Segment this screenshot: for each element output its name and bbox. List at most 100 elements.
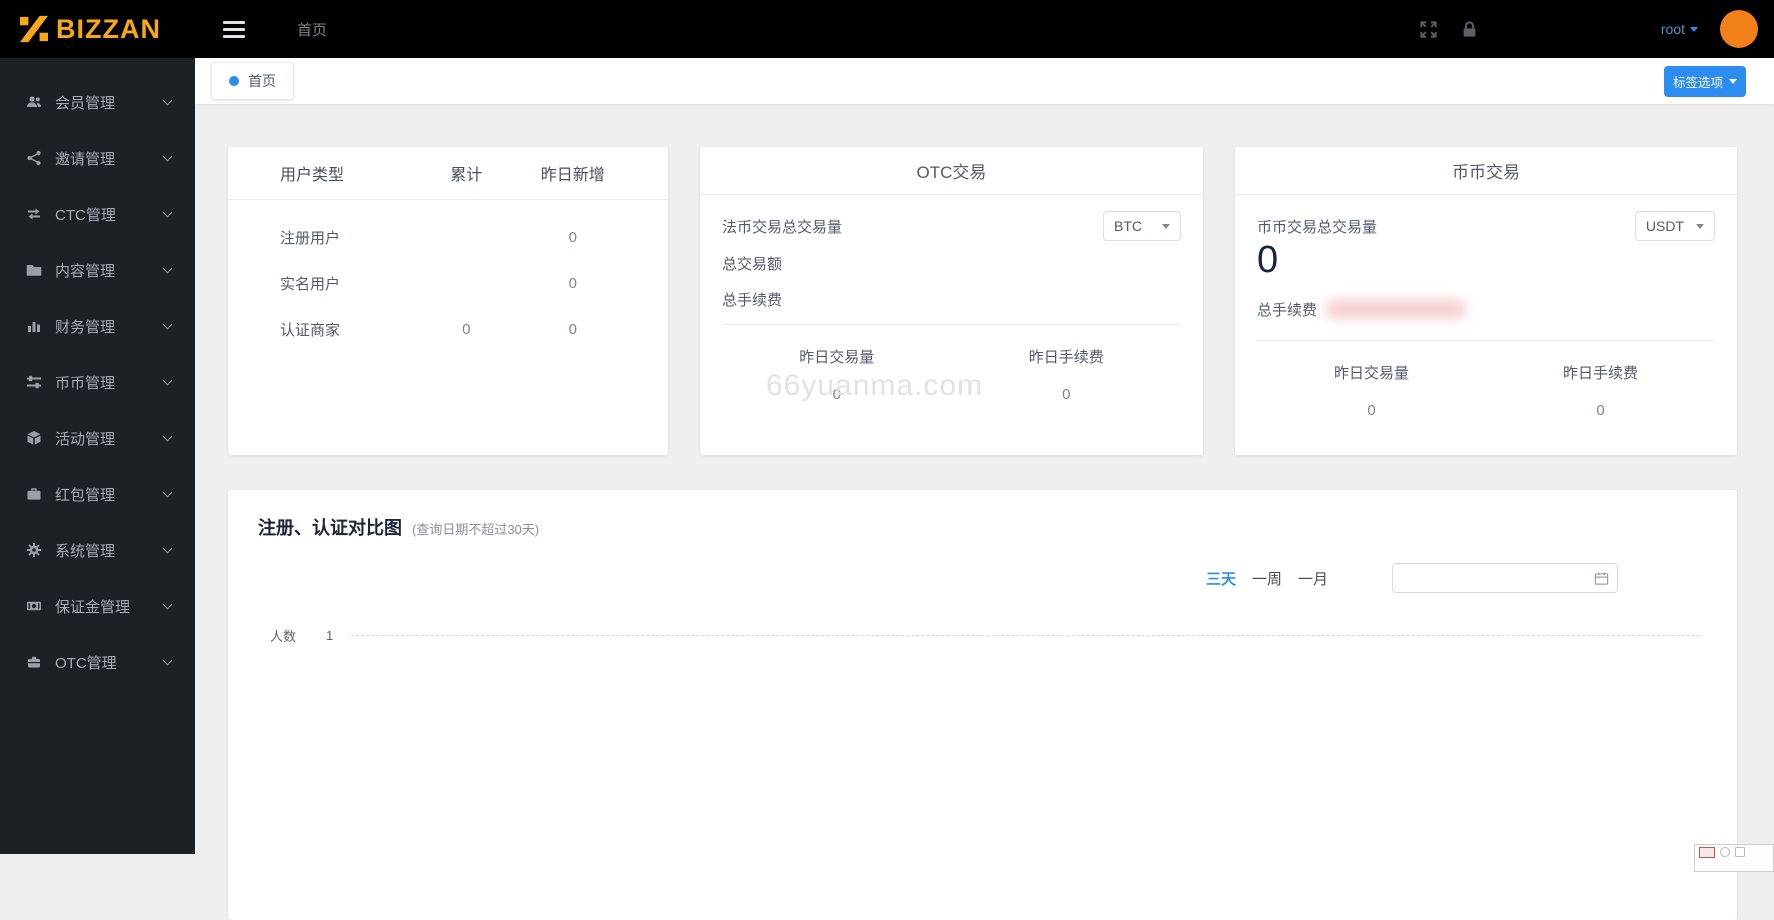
yesterday-fee-value: 0 [1596, 401, 1605, 419]
sidebar-item-label: OTC管理 [55, 654, 117, 672]
card-title: 币币交易 [1235, 147, 1737, 195]
sidebar-item-label: 币币管理 [55, 374, 116, 392]
sidebar-item-label: 会员管理 [55, 94, 116, 112]
total-fee-label: 总手续费 [1257, 301, 1318, 319]
table-row: 认证商家 0 0 [280, 306, 626, 352]
chevron-down-icon [162, 431, 173, 442]
active-dot-icon [229, 76, 239, 86]
user-menu[interactable]: root [1661, 21, 1698, 37]
coin-trade-card: 币币交易 币币交易总交易量 USDT 0 总手续费 昨日交易量 昨日手续费 0 … [1235, 147, 1737, 455]
tab-home-chip[interactable]: 首页 [211, 62, 294, 100]
sidebar-item-label: 红包管理 [55, 486, 116, 504]
swap-icon [26, 206, 43, 223]
sidebar-item-label: 活动管理 [55, 430, 116, 448]
admin-dashboard: BIZZAN 首页 root 会员管理 邀请管理 CTC管理 内容管理 财务管理… [0, 0, 1774, 920]
total-amount-label: 总交易额 [722, 256, 783, 273]
sidebar-item-activity[interactable]: 活动管理 [0, 410, 195, 466]
share-icon [26, 150, 43, 167]
col-header: 累计 [450, 167, 483, 184]
tab-home-label: 首页 [248, 73, 276, 89]
row-label: 注册用户 [280, 229, 341, 247]
y-axis-tick: 1 [326, 628, 334, 643]
range-button-week[interactable]: 一周 [1252, 568, 1282, 589]
sidebar-item-invite[interactable]: 邀请管理 [0, 130, 195, 186]
card-title: OTC交易 [700, 147, 1203, 195]
sidebar-item-finance[interactable]: 财务管理 [0, 298, 195, 354]
users-icon [26, 94, 43, 111]
sidebar: 会员管理 邀请管理 CTC管理 内容管理 财务管理 币币管理 活动管理 红包管理… [0, 58, 195, 854]
range-button-3days[interactable]: 三天 [1206, 568, 1236, 589]
floating-widget-cutoff[interactable] [1694, 844, 1774, 872]
chart-axis: 人数 1 [258, 626, 1707, 645]
sidebar-item-system[interactable]: 系统管理 [0, 522, 195, 578]
chart-subtitle: (查询日期不超过30天) [412, 522, 540, 537]
sliders-icon [26, 374, 43, 391]
bar-chart-icon [26, 318, 43, 335]
briefcase-icon [26, 486, 43, 503]
chevron-down-icon [1729, 78, 1737, 84]
sidebar-item-members[interactable]: 会员管理 [0, 74, 195, 130]
sidebar-item-label: 财务管理 [55, 318, 116, 336]
cell-value: 0 [568, 320, 577, 338]
bb-currency-select[interactable]: USDT [1634, 211, 1715, 241]
total-fee-label: 总手续费 [722, 292, 783, 309]
chevron-down-icon [162, 319, 173, 330]
col-header: 用户类型 [280, 167, 345, 184]
chevron-down-icon [162, 487, 173, 498]
sidebar-item-redpacket[interactable]: 红包管理 [0, 466, 195, 522]
stats-table-header: 用户类型 累计 昨日新增 [228, 147, 668, 200]
date-range-input[interactable] [1392, 563, 1618, 593]
tab-strip: 首页 标签选项 [195, 58, 1774, 104]
topbar: BIZZAN 首页 root [0, 0, 1774, 58]
table-row: 注册用户 0 [280, 214, 626, 260]
grid-icon [1699, 847, 1715, 858]
yesterday-fee-value: 0 [1062, 386, 1071, 403]
sidebar-item-label: CTC管理 [55, 206, 116, 224]
calendar-icon [1594, 571, 1609, 585]
chevron-down-icon [162, 375, 173, 386]
chevron-down-icon [162, 151, 173, 162]
brand-logo[interactable]: BIZZAN [0, 14, 195, 45]
range-button-month[interactable]: 一月 [1298, 568, 1328, 589]
lock-icon[interactable] [1460, 20, 1479, 39]
cell-value: 0 [462, 320, 471, 338]
chevron-down-icon [162, 655, 173, 666]
yesterday-fee-label: 昨日手续费 [1028, 349, 1104, 366]
topnav-home[interactable]: 首页 [297, 19, 327, 40]
total-volume-value: 0 [1257, 239, 1279, 281]
sidebar-item-ctc[interactable]: CTC管理 [0, 186, 195, 242]
chevron-down-icon [162, 263, 173, 274]
avatar[interactable] [1720, 10, 1758, 48]
sidebar-item-label: 保证金管理 [55, 598, 131, 616]
selected-currency: BTC [1114, 218, 1142, 234]
square-icon [1735, 847, 1745, 857]
cell-value: 0 [568, 274, 577, 292]
bizzan-logo-icon [20, 15, 48, 43]
row-label: 实名用户 [280, 275, 341, 293]
sidebar-item-otc[interactable]: OTC管理 [0, 634, 195, 690]
table-row: 实名用户 0 [280, 260, 626, 306]
chevron-down-icon [1690, 26, 1698, 32]
sidebar-item-coin[interactable]: 币币管理 [0, 354, 195, 410]
user-stats-card: 用户类型 累计 昨日新增 注册用户 0 实名用户 0 认证商家 0 0 [228, 147, 668, 455]
gear-icon [26, 542, 43, 559]
col-header: 昨日新增 [540, 167, 605, 184]
chart-controls: 三天 一周 一月 [258, 562, 1707, 594]
sidebar-item-margin[interactable]: 保证金管理 [0, 578, 195, 634]
sidebar-item-label: 邀请管理 [55, 150, 116, 168]
menu-toggle-icon[interactable] [223, 17, 245, 42]
sidebar-item-content[interactable]: 内容管理 [0, 242, 195, 298]
tag-options-label: 标签选项 [1672, 75, 1723, 90]
yesterday-volume-value: 0 [1367, 401, 1376, 419]
fullscreen-icon[interactable] [1419, 20, 1438, 39]
username: root [1660, 21, 1685, 37]
row-label: 认证商家 [280, 321, 341, 339]
yesterday-volume-value: 0 [832, 386, 841, 403]
otc-currency-select[interactable]: BTC [1103, 211, 1181, 241]
chevron-down-icon [162, 207, 173, 218]
tag-options-button[interactable]: 标签选项 [1663, 65, 1746, 97]
chevron-down-icon [162, 543, 173, 554]
chevron-down-icon [1162, 223, 1170, 229]
total-volume-label: 法币交易总交易量 [722, 218, 843, 236]
suitcase-icon [26, 654, 43, 671]
